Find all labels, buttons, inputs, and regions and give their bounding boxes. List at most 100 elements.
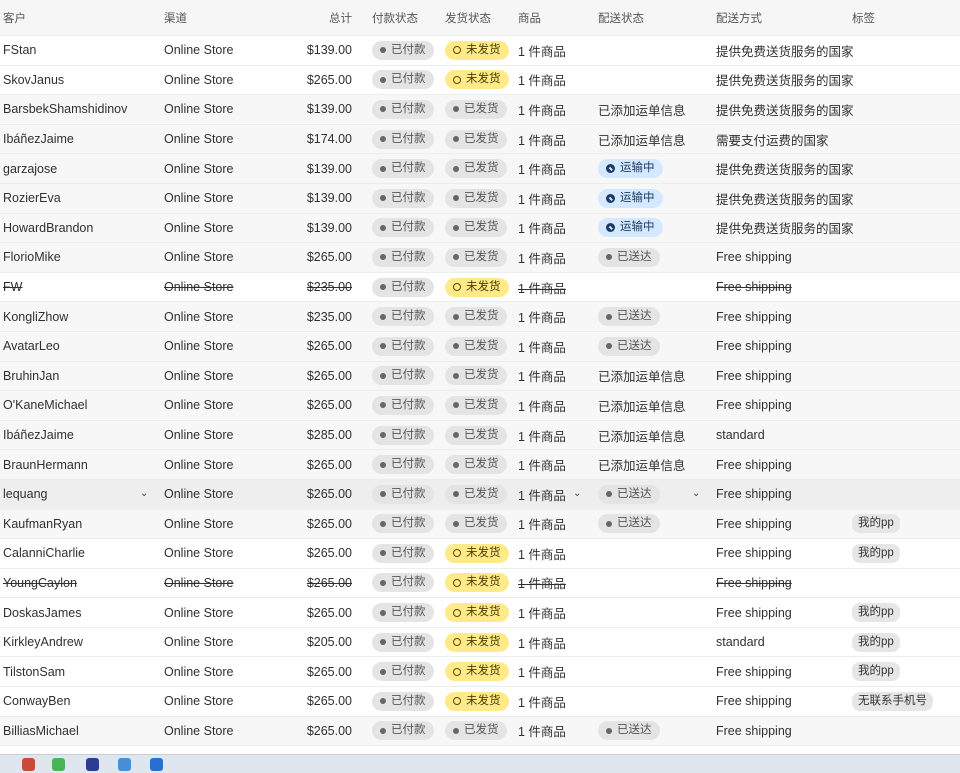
payment-status-badge: 已付款 [372, 721, 434, 741]
app-icon[interactable] [22, 758, 35, 771]
delivery-method-cell: Free shipping [716, 598, 851, 627]
items-cell-text: 1 件商品 [518, 133, 566, 148]
delivery-chevron-down-icon[interactable]: ⌄ [692, 488, 700, 499]
items-cell-text: 1 件商品 [518, 725, 566, 740]
payment-status-label: 已付款 [391, 635, 426, 648]
header-tags[interactable]: 标签 [852, 0, 957, 35]
channel-cell: Online Store [164, 598, 274, 627]
channel-cell-text: Online Store [164, 72, 234, 87]
header-fulfillment-status[interactable]: 发货状态 [445, 0, 515, 35]
fulfillment-status-badge: 未发货 [445, 632, 509, 652]
table-row[interactable]: BraunHermann Online Store $265.00 已付款 已发货 1 件… [0, 450, 960, 480]
fulfillment-status: 已发货 [445, 717, 515, 746]
table-row[interactable]: HowardBrandon Online Store $139.00 已付款 已发货 1 … [0, 213, 960, 244]
delivery-method-cell-text: Free shipping [716, 368, 792, 383]
header-delivery-status[interactable]: 配送状态 [598, 0, 710, 35]
customer-cell-text: BruhinJan [3, 368, 60, 383]
table-row[interactable]: SkovJanus Online Store $265.00 已付款 未发货 1 件商品 提… [0, 65, 960, 96]
delivery-status: 已送达 [598, 332, 710, 361]
status-dot-icon [380, 520, 386, 527]
header-channel[interactable]: 渠道 [164, 0, 274, 35]
total-cell: $265.00 [280, 66, 352, 95]
table-row[interactable]: IbáñezJaime Online Store $174.00 已付款 已发货 1 件商… [0, 124, 960, 155]
tag-badge[interactable]: 我的pp [852, 603, 900, 623]
table-row[interactable]: garzajose Online Store $139.00 已付款 已发货 1 件商品 运… [0, 154, 960, 184]
table-row[interactable]: KongliZhow Online Store $235.00 已付款 已发货 1 件商品… [0, 302, 960, 332]
table-row[interactable]: TilstonSam Online Store $265.00 已付款 未发货 1 件商品… [0, 657, 960, 688]
fulfillment-status-badge: 已发货 [445, 99, 507, 119]
status-dot-icon [453, 461, 459, 468]
payment-status-label: 已付款 [391, 369, 426, 382]
delivery-status: 已送达 [598, 243, 710, 272]
channel-cell-text: Online Store [164, 398, 234, 413]
tag-badge[interactable]: 我的pp [852, 632, 900, 652]
table-row[interactable]: AvatarLeo Online Store $265.00 已付款 已发货 1 件商品 已… [0, 331, 960, 362]
delivery-status-label: 已送达 [617, 724, 652, 737]
table-row[interactable]: BilliasMichael Online Store $265.00 已付款 已发货 1… [0, 716, 960, 747]
table-row[interactable]: IbáñezJaime Online Store $285.00 已付款 已发货 1 件商… [0, 420, 960, 451]
total-cell-text: $174.00 [306, 132, 352, 147]
table-row[interactable]: FW Online Store $235.00 已付款 未发货 1 件商品 Free shi… [0, 272, 960, 303]
channel-cell: Online Store [164, 95, 274, 124]
items-cell: 1 件商品 [518, 302, 588, 331]
status-dot-icon [453, 254, 459, 261]
items-cell: 1 件商品 [518, 657, 588, 686]
channel-cell: Online Store [164, 243, 274, 272]
delivery-status: 已添加运单信息 [598, 362, 710, 391]
customer-cell: garzajose [3, 154, 153, 183]
items-chevron-down-icon[interactable]: ⌄ [573, 488, 581, 499]
app-icon[interactable] [150, 758, 163, 771]
fulfillment-status-label: 已发货 [464, 310, 499, 323]
table-row[interactable]: BruhinJan Online Store $265.00 已付款 已发货 1 件商品 已… [0, 361, 960, 392]
channel-cell-text: Online Store [164, 516, 234, 531]
status-dot-icon [453, 432, 459, 439]
header-customer[interactable]: 客户 [3, 0, 153, 35]
total-cell-text: $235.00 [306, 309, 352, 324]
payment-status: 已付款 [372, 95, 442, 124]
status-dot-icon [380, 727, 386, 734]
header-payment-status[interactable]: 付款状态 [372, 0, 442, 35]
customer-cell: IbáñezJaime [3, 125, 153, 154]
payment-status: 已付款 [372, 362, 442, 391]
table-row[interactable]: CalanniCharlie Online Store $265.00 已付款 未发货 1… [0, 539, 960, 569]
header-total[interactable]: 总计 [280, 0, 352, 35]
customer-cell: KaufmanRyan [3, 510, 153, 539]
customer-chevron-down-icon[interactable]: ⌄ [140, 488, 148, 499]
table-row[interactable]: RozierEva Online Store $139.00 已付款 已发货 1 件商品 运… [0, 183, 960, 214]
table-row[interactable]: DoskasJames Online Store $265.00 已付款 未发货 1 件商… [0, 598, 960, 628]
table-row[interactable]: FStan Online Store $139.00 已付款 未发货 1 件商品 提供免费送… [0, 36, 960, 66]
app-icon[interactable] [52, 758, 65, 771]
tag-badge[interactable]: 我的pp [852, 514, 900, 534]
channel-cell: Online Store [164, 628, 274, 657]
delivery-status-badge: 运输中 [598, 218, 663, 238]
tag-badge[interactable]: 无联系手机号 [852, 691, 933, 711]
tag-badge[interactable]: 我的pp [852, 543, 900, 563]
table-row[interactable]: ConwayBen Online Store $265.00 已付款 未发货 1 件商品 F… [0, 687, 960, 717]
app-icon[interactable] [86, 758, 99, 771]
header-delivery-method[interactable]: 配送方式 [716, 0, 851, 35]
table-row[interactable]: lequang Online Store $265.00 已付款 已发货 1 件商品 已送达… [0, 479, 960, 510]
items-cell-text: 1 件商品 [518, 74, 566, 89]
table-row[interactable]: BarsbekShamshidinov Online Store $139.00 已付… [0, 95, 960, 125]
status-dot-icon [380, 550, 386, 557]
channel-cell: Online Store [164, 302, 274, 331]
total-cell-text: $265.00 [306, 457, 352, 472]
fulfillment-status-label: 已发货 [464, 102, 499, 115]
table-row[interactable]: O'KaneMichael Online Store $265.00 已付款 已发货 1 … [0, 391, 960, 421]
payment-status: 已付款 [372, 36, 442, 65]
total-cell-text: $265.00 [306, 605, 352, 620]
fulfillment-status-badge: 已发货 [445, 307, 507, 327]
table-row[interactable]: FlorioMike Online Store $265.00 已付款 已发货 1 件商品… [0, 243, 960, 273]
app-icon[interactable] [118, 758, 131, 771]
delivery-method-cell: Free shipping [716, 657, 851, 686]
payment-status-label: 已付款 [391, 724, 426, 737]
customer-cell: FlorioMike [3, 243, 153, 272]
table-row[interactable]: KirkleyAndrew Online Store $205.00 已付款 未发货 1 … [0, 627, 960, 658]
header-items[interactable]: 商品 [518, 0, 588, 35]
status-dot-icon [453, 165, 459, 172]
tag-badge[interactable]: 我的pp [852, 662, 900, 682]
fulfillment-status-badge: 已发货 [445, 514, 507, 534]
table-row[interactable]: YoungCaylon Online Store $265.00 已付款 未发货 1 件商… [0, 568, 960, 599]
customer-cell: ConwayBen [3, 687, 153, 716]
table-row[interactable]: KaufmanRyan Online Store $265.00 已付款 已发货 1 件商… [0, 509, 960, 540]
